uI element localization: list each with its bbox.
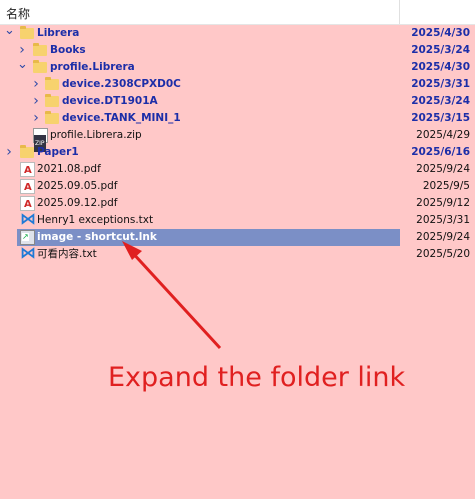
- annotation-arrow: [122, 241, 222, 350]
- annotation-text: Expand the folder link: [108, 362, 406, 393]
